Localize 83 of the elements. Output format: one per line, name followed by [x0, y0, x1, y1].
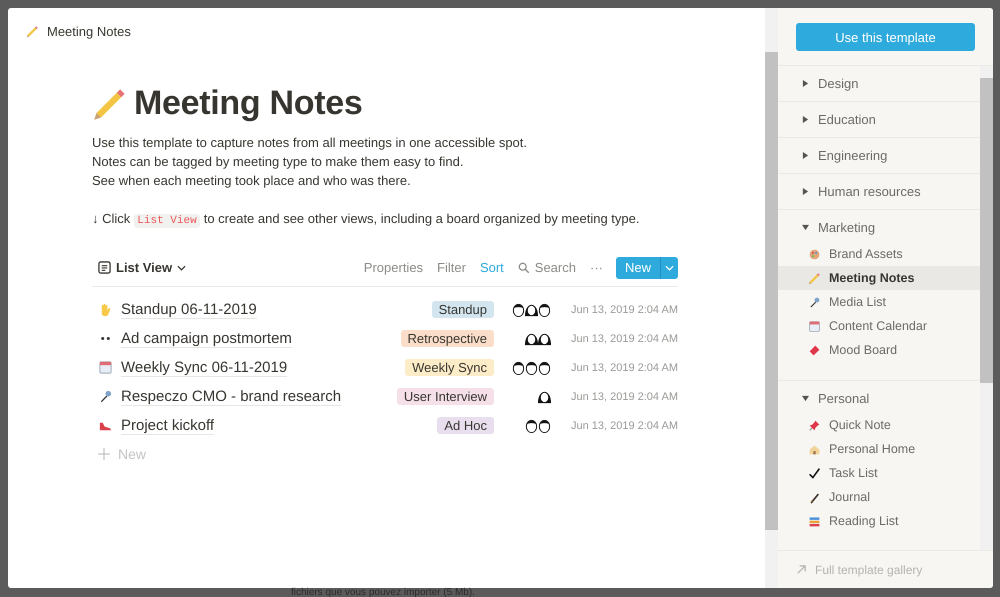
pencil-icon: [26, 24, 39, 38]
use-template-button[interactable]: Use this template: [796, 23, 975, 51]
hint-text: ↓ Click List View to create and see other views, including a board organized by meeting type.: [92, 210, 640, 230]
row-title[interactable]: Ad campaign postmortem: [121, 330, 292, 348]
chevron-down-icon: [665, 264, 674, 270]
window-title: Meeting Notes: [47, 24, 131, 38]
pencil-icon: [808, 272, 821, 284]
pen-icon: [808, 490, 821, 504]
calendar-icon: [98, 360, 113, 375]
row-date: Jun 13, 2019 2:04 AM: [570, 362, 678, 374]
search-icon: [518, 262, 530, 274]
row-title[interactable]: Respeczo CMO - brand research: [121, 388, 342, 406]
template-item[interactable]: Mood Board: [778, 338, 980, 362]
triangle-down-icon: [802, 224, 809, 231]
avatar-icon: [511, 301, 526, 318]
avatar-icon: [537, 359, 552, 376]
triangle-right-icon: [802, 152, 809, 159]
triangle-down-icon: [802, 395, 809, 402]
scrollbar-thumb[interactable]: [765, 52, 778, 530]
scrollbar[interactable]: [980, 66, 993, 550]
template-item[interactable]: Content Calendar: [778, 314, 980, 338]
row-title[interactable]: Weekly Sync 06-11-2019: [121, 358, 288, 376]
description-line: See when each meeting took place and who was there.: [92, 172, 412, 190]
meeting-type-tag: Ad Hoc: [437, 417, 494, 434]
template-item[interactable]: Media List: [778, 290, 980, 314]
meeting-type-tag: Retrospective: [400, 330, 494, 347]
row-date: Jun 13, 2019 2:04 AM: [570, 390, 678, 402]
meeting-type-tag: Standup: [432, 301, 494, 318]
category-toggle[interactable]: Personal: [778, 381, 980, 416]
template-item[interactable]: Reading List: [778, 509, 980, 533]
plus-icon: [98, 448, 110, 460]
triangle-right-icon: [802, 80, 809, 87]
template-item[interactable]: Brand Assets: [778, 242, 980, 266]
category-toggle[interactable]: Education: [778, 102, 980, 137]
chevron-down-icon: [177, 264, 186, 270]
toolbar-action[interactable]: Filter: [430, 260, 473, 275]
avatar-icon: [524, 359, 539, 376]
row-date: Jun 13, 2019 2:04 AM: [570, 332, 678, 344]
description-line: Notes can be tagged by meeting type to make them easy to find.: [92, 153, 464, 171]
triangle-right-icon: [802, 188, 809, 195]
pin-icon: [808, 418, 821, 432]
house-icon: [808, 442, 821, 456]
scrollbar-thumb[interactable]: [980, 78, 993, 383]
template-item[interactable]: Personal Home: [778, 437, 980, 461]
search-button[interactable]: Search: [510, 260, 583, 275]
row-title[interactable]: Project kickoff: [121, 416, 214, 434]
category-toggle[interactable]: Engineering: [778, 138, 980, 173]
meeting-type-tag: Weekly Sync: [405, 359, 494, 376]
description-line: Use this template to capture notes from all meetings in one accessible spot.: [92, 134, 528, 152]
triangle-right-icon: [802, 116, 809, 123]
scrollbar[interactable]: [765, 8, 778, 588]
avatar-icon: [537, 301, 552, 318]
more-button[interactable]: ···: [582, 260, 610, 275]
category-toggle[interactable]: Human resources: [778, 174, 980, 209]
row-title[interactable]: Standup 06-11-2019: [121, 300, 257, 318]
avatar-icon: [524, 417, 539, 434]
list-icon: [98, 261, 111, 274]
palette-icon: [808, 248, 821, 260]
template-item[interactable]: Quick Note: [778, 413, 980, 437]
ticket-icon: [808, 344, 821, 356]
page-title: Meeting Notes: [134, 84, 362, 123]
inline-code: List View: [134, 214, 200, 228]
books-icon: [808, 514, 821, 528]
meeting-type-tag: User Interview: [396, 388, 494, 405]
template-item[interactable]: Task List: [778, 461, 980, 485]
toolbar-action[interactable]: Sort: [472, 260, 511, 275]
check-icon: [808, 466, 821, 480]
view-selector[interactable]: List View: [92, 260, 186, 275]
new-dropdown-button[interactable]: [660, 256, 678, 278]
template-item[interactable]: Journal: [778, 485, 980, 509]
avatar-icon: [511, 359, 526, 376]
template-item[interactable]: Meeting Notes: [778, 266, 980, 290]
microphone-icon: [808, 296, 821, 308]
microphone-icon: [98, 389, 113, 404]
calendar-icon: [808, 320, 821, 332]
new-button[interactable]: New: [616, 256, 660, 278]
avatar-icon: [537, 417, 552, 434]
arrow-up-right-icon: [796, 564, 807, 575]
toolbar-action[interactable]: Properties: [356, 260, 430, 275]
row-date: Jun 13, 2019 2:04 AM: [570, 304, 678, 316]
row-date: Jun 13, 2019 2:04 AM: [570, 420, 678, 432]
category-toggle[interactable]: Design: [778, 66, 980, 101]
category-toggle[interactable]: Marketing: [778, 210, 980, 245]
